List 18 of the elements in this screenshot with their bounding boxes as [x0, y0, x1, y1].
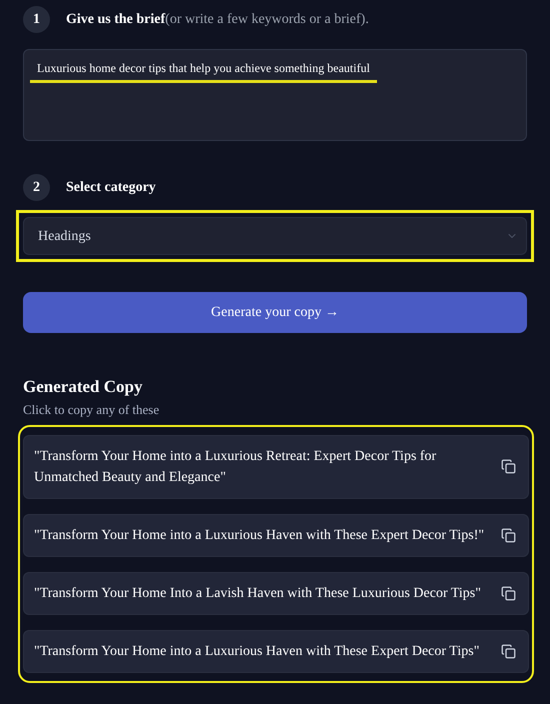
brief-text: Luxurious home decor tips that help you achieve something beautiful — [30, 59, 377, 83]
step-title: Give us the brief(or write a few keywords or a brief). — [66, 11, 369, 29]
step-title: Select category — [66, 179, 156, 197]
step-number: 2 — [23, 174, 50, 201]
copy-suggestion[interactable]: "Transform Your Home Into a Lavish Haven with These Luxurious Decor Tips" — [23, 572, 529, 615]
brief-textarea[interactable]: Luxurious home decor tips that help you achieve something beautiful — [23, 49, 527, 141]
section-subtitle: Click to copy any of these — [23, 401, 160, 420]
category-select[interactable]: Headings — [23, 217, 527, 255]
copy-suggestion[interactable]: "Transform Your Home into a Luxurious Haven with These Expert Decor Tips" — [23, 630, 529, 673]
copy-suggestion[interactable]: "Transform Your Home into a Luxurious Retreat: Expert Decor Tips for Unmatched Beauty and Elegance" — [23, 434, 529, 499]
copy-icon[interactable] — [501, 644, 516, 659]
copy-icon[interactable] — [501, 528, 516, 543]
copy-icon[interactable] — [501, 459, 516, 474]
copy-suggestion[interactable]: "Transform Your Home into a Luxurious Haven with These Expert Decor Tips!" — [23, 514, 529, 557]
copy-icon[interactable] — [501, 586, 516, 601]
generate-button[interactable]: Generate your copy → — [23, 292, 527, 333]
section-title: Generated Copy — [23, 376, 144, 398]
step-number: 1 — [23, 6, 50, 33]
